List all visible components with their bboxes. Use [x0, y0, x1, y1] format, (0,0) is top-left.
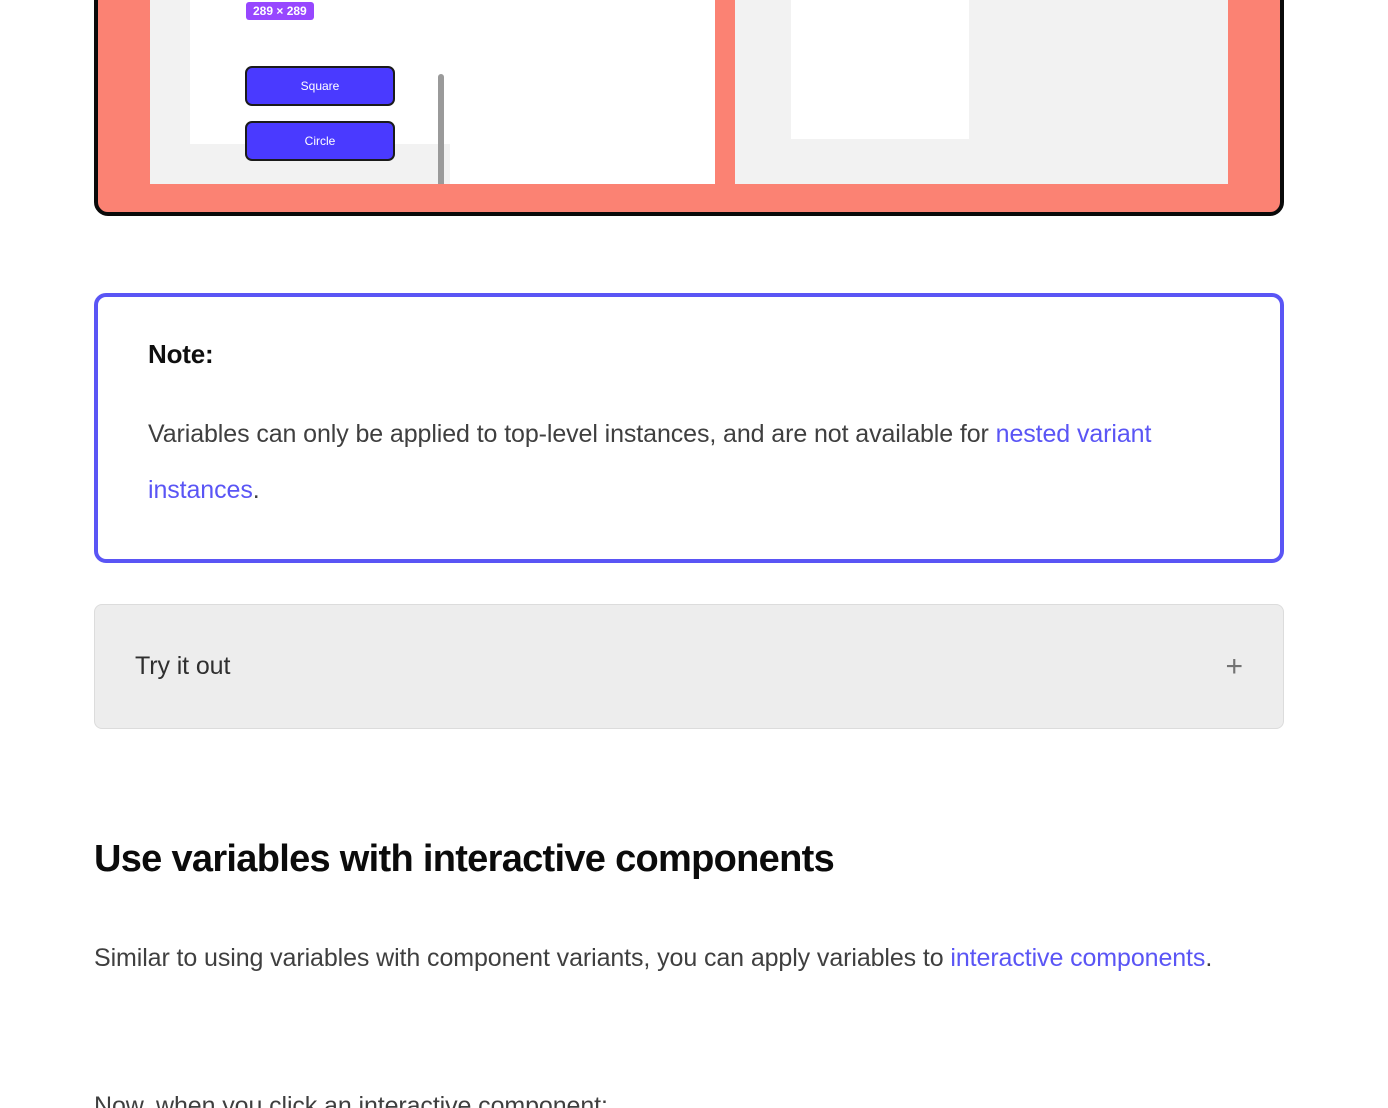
note-callout: Note: Variables can only be applied to t… — [94, 293, 1284, 563]
try-it-out-accordion[interactable]: Try it out + — [94, 604, 1284, 729]
note-text-after-link: . — [252, 476, 260, 505]
canvas-button-circle[interactable]: Circle — [245, 121, 395, 161]
figure-inner: 289 × 289 Square Circle Constraints + — [150, 0, 1228, 184]
interactive-components-link[interactable]: interactive components — [950, 944, 1205, 972]
accordion-title: Try it out — [135, 652, 231, 680]
canvas-button-square[interactable]: Square — [245, 66, 395, 106]
properties-panel: Constraints + ↦ Left ▾ — [450, 0, 715, 184]
size-badge: 289 × 289 — [246, 2, 314, 20]
note-text-before-link: Variables can only be applied to top-lev… — [148, 420, 996, 449]
figure-screenshot-frame: 289 × 289 Square Circle Constraints + — [94, 0, 1284, 216]
paragraph-1-text-after-link: . — [1205, 944, 1213, 972]
note-heading: Note: — [148, 339, 214, 369]
note-body: Variables can only be applied to top-lev… — [148, 406, 1230, 518]
documentation-page: 289 × 289 Square Circle Constraints + — [0, 0, 1388, 1108]
paragraph-interactive-components: Similar to using variables with componen… — [94, 930, 1284, 986]
canvas-area-right — [791, 0, 969, 139]
page-title: Use variables with interactive component… — [94, 838, 835, 880]
screenshot-pane-right: Square Square Circle — [735, 0, 1228, 184]
paragraph-1-text-before-link: Similar to using variables with componen… — [94, 944, 951, 972]
panel-scrollbar[interactable] — [438, 74, 444, 184]
screenshot-pane-left: 289 × 289 Square Circle Constraints + — [150, 0, 715, 184]
plus-icon[interactable]: + — [1225, 651, 1243, 682]
paragraph-click-interactive-component: Now, when you click an interactive compo… — [94, 1092, 608, 1108]
